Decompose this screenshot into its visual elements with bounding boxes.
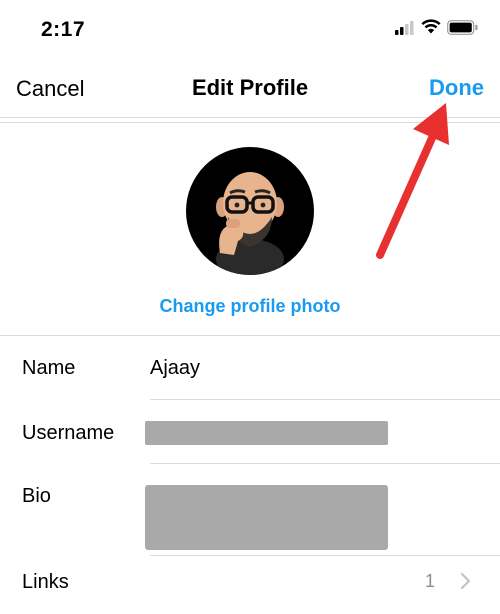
change-profile-photo-link[interactable]: Change profile photo <box>0 296 500 317</box>
memoji-avatar-icon <box>216 172 284 275</box>
section-divider <box>0 335 500 336</box>
nav-divider <box>0 117 500 118</box>
page-title: Edit Profile <box>191 75 309 100</box>
username-label: Username <box>22 422 115 444</box>
nav-divider-secondary <box>0 122 500 123</box>
name-label: Name <box>22 357 76 379</box>
username-field-redacted[interactable] <box>145 421 388 445</box>
battery-icon <box>447 20 478 35</box>
name-field[interactable]: Ajaay <box>150 357 200 380</box>
links-count[interactable]: 1 <box>425 571 435 592</box>
bio-field-underline <box>150 555 500 556</box>
status-time: 2:17 <box>41 18 86 41</box>
status-bar: 2:17 <box>0 0 500 60</box>
name-field-underline <box>150 399 500 400</box>
nav-bar: Cancel Edit Profile Done <box>0 60 500 116</box>
bio-field-redacted[interactable] <box>145 485 388 550</box>
profile-avatar[interactable] <box>186 147 314 275</box>
bio-label: Bio <box>22 485 51 507</box>
wifi-icon <box>421 19 441 34</box>
chevron-right-icon[interactable] <box>460 572 472 590</box>
cellular-signal-icon <box>395 21 414 35</box>
username-field-underline <box>150 463 500 464</box>
done-button[interactable]: Done <box>429 75 484 101</box>
links-label: Links <box>22 571 69 593</box>
